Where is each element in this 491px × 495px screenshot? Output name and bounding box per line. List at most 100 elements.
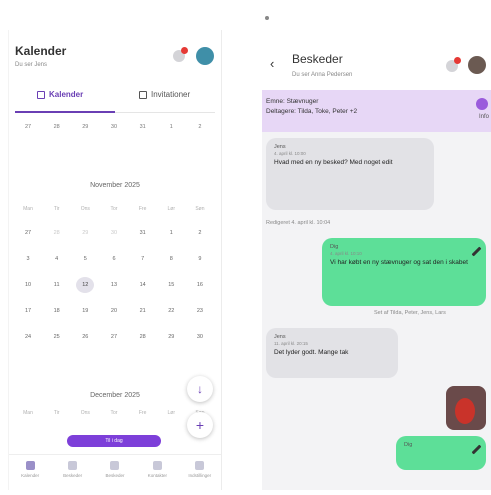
- day-cell[interactable]: 19: [76, 308, 94, 314]
- nav-item-indstillinger[interactable]: Indstillinger: [181, 455, 219, 490]
- calendar-week: 3 4 5 6 7 8 9: [19, 256, 209, 262]
- day-cell[interactable]: 30: [191, 334, 209, 340]
- day-cell[interactable]: 31: [134, 124, 152, 130]
- image-attachment[interactable]: [446, 386, 486, 430]
- gear-icon: [195, 461, 205, 470]
- day-cell[interactable]: 11: [48, 282, 66, 293]
- day-cell[interactable]: 26: [76, 334, 94, 340]
- weekday-label: Fre: [138, 410, 147, 416]
- calendar-week: 10 11 12 13 14 15 16: [19, 277, 209, 293]
- day-cell[interactable]: 29: [76, 124, 94, 130]
- day-cell[interactable]: 18: [48, 308, 66, 314]
- day-cell[interactable]: 3: [19, 256, 37, 262]
- add-event-button[interactable]: +: [187, 412, 213, 438]
- tab-label: Kalender: [49, 90, 84, 99]
- day-cell[interactable]: 30: [105, 230, 123, 236]
- info-icon[interactable]: [476, 98, 488, 110]
- weekday-label: Tir: [53, 410, 60, 416]
- day-cell[interactable]: 1: [162, 230, 180, 236]
- day-cell[interactable]: 8: [162, 256, 180, 262]
- bottom-nav: Kalender Beskeder Beskeder Kontakter Ind…: [9, 454, 221, 490]
- weekday-label: Lør: [167, 206, 176, 212]
- previous-week-row: 27 28 29 30 31 1 2: [19, 124, 209, 130]
- active-tab-indicator: [15, 111, 115, 113]
- message-bubble-incoming[interactable]: Jens 4. april kl. 10:00 Hvad med en ny b…: [266, 138, 434, 210]
- weekday-label: Tor: [110, 206, 118, 212]
- day-cell[interactable]: 31: [134, 230, 152, 236]
- day-cell[interactable]: 20: [105, 308, 123, 314]
- day-cell[interactable]: 27: [19, 230, 37, 236]
- avatar[interactable]: [196, 47, 214, 65]
- day-cell[interactable]: 28: [48, 230, 66, 236]
- message-bubble-incoming[interactable]: Jens 11. april kl. 20:15 Det lyder godt.…: [266, 328, 398, 378]
- message-time: 11. april kl. 20:15: [274, 341, 308, 346]
- avatar[interactable]: [468, 56, 486, 74]
- day-cell[interactable]: 2: [191, 230, 209, 236]
- nav-label: Kalender: [21, 473, 40, 478]
- tab-label: Invitationer: [151, 90, 191, 99]
- calendar-week: 24 25 26 27 28 29 30: [19, 334, 209, 340]
- message-time: 4. april kl. 10:10: [330, 251, 362, 256]
- day-cell[interactable]: 14: [134, 282, 152, 293]
- day-cell[interactable]: 7: [134, 256, 152, 262]
- chat-icon: [68, 461, 78, 470]
- weekday-label: Lør: [167, 410, 176, 416]
- today-button[interactable]: Til i dag: [67, 435, 161, 447]
- message-bubble-outgoing[interactable]: Dig 4. april kl. 10:10 Vi har købt en ny…: [322, 238, 486, 306]
- day-cell[interactable]: 21: [134, 308, 152, 314]
- message-sender: Jens: [274, 334, 286, 340]
- day-cell[interactable]: 23: [191, 308, 209, 314]
- tab-kalender[interactable]: Kalender: [37, 90, 83, 99]
- day-cell[interactable]: 27: [105, 334, 123, 340]
- selected-day-cell[interactable]: 12: [76, 277, 95, 293]
- day-cell[interactable]: 28: [48, 124, 66, 130]
- day-cell[interactable]: 13: [105, 282, 123, 293]
- day-cell[interactable]: 22: [162, 308, 180, 314]
- calendar-icon: [139, 90, 147, 99]
- scroll-down-button[interactable]: ↓: [187, 376, 213, 402]
- day-cell[interactable]: 6: [105, 256, 123, 262]
- info-label[interactable]: Info: [479, 114, 489, 120]
- conversation-topic: Emne: Stævnuger: [266, 98, 319, 105]
- page-title: Beskeder: [292, 52, 343, 66]
- day-cell[interactable]: 5: [76, 256, 94, 262]
- day-cell[interactable]: 9: [191, 256, 209, 262]
- message-text: Det lyder godt. Mange tak: [274, 349, 349, 356]
- day-cell[interactable]: 27: [19, 124, 37, 130]
- back-button[interactable]: ‹: [270, 56, 274, 71]
- day-cell[interactable]: 29: [76, 230, 94, 236]
- day-cell[interactable]: 15: [162, 282, 180, 293]
- tab-bar: Kalender Invitationer: [15, 86, 215, 113]
- day-cell[interactable]: 17: [19, 308, 37, 314]
- conversation-participants: Deltagere: Tilda, Toke, Peter +2: [266, 108, 358, 115]
- weekday-label: Ons: [80, 206, 90, 212]
- nav-item-kalender[interactable]: Kalender: [11, 455, 49, 490]
- day-cell[interactable]: 24: [19, 334, 37, 340]
- calendar-icon: [25, 461, 35, 470]
- nav-item-beskeder[interactable]: Beskeder: [54, 455, 92, 490]
- person-icon: [152, 461, 162, 470]
- weekday-label: Ons: [80, 410, 90, 416]
- day-cell[interactable]: 16: [191, 282, 209, 293]
- day-cell[interactable]: 10: [19, 282, 37, 293]
- nav-item-beskeder-2[interactable]: Beskeder: [96, 455, 134, 490]
- nav-item-kontakter[interactable]: Kontakter: [138, 455, 176, 490]
- nav-label: Kontakter: [147, 473, 167, 478]
- day-cell[interactable]: 4: [48, 256, 66, 262]
- message-bubble-outgoing[interactable]: Dig: [396, 436, 486, 470]
- weekday-label: Man: [23, 206, 33, 212]
- weekday-header: Man Tir Ons Tor Fre Lør Søn: [19, 410, 209, 416]
- nav-label: Indstillinger: [188, 473, 212, 478]
- message-sender: Dig: [404, 442, 413, 448]
- notification-dot: [454, 57, 461, 64]
- weekday-header: Man Tir Ons Tor Fre Lør Søn: [19, 206, 209, 212]
- day-cell[interactable]: 25: [48, 334, 66, 340]
- day-cell[interactable]: 29: [162, 334, 180, 340]
- message-icon: [110, 461, 120, 470]
- day-cell[interactable]: 30: [105, 124, 123, 130]
- day-cell[interactable]: 28: [134, 334, 152, 340]
- day-cell[interactable]: 1: [162, 124, 180, 130]
- day-cell[interactable]: 2: [191, 124, 209, 130]
- tab-invitationer[interactable]: Invitationer: [139, 90, 190, 99]
- calendar-icon: [37, 90, 45, 99]
